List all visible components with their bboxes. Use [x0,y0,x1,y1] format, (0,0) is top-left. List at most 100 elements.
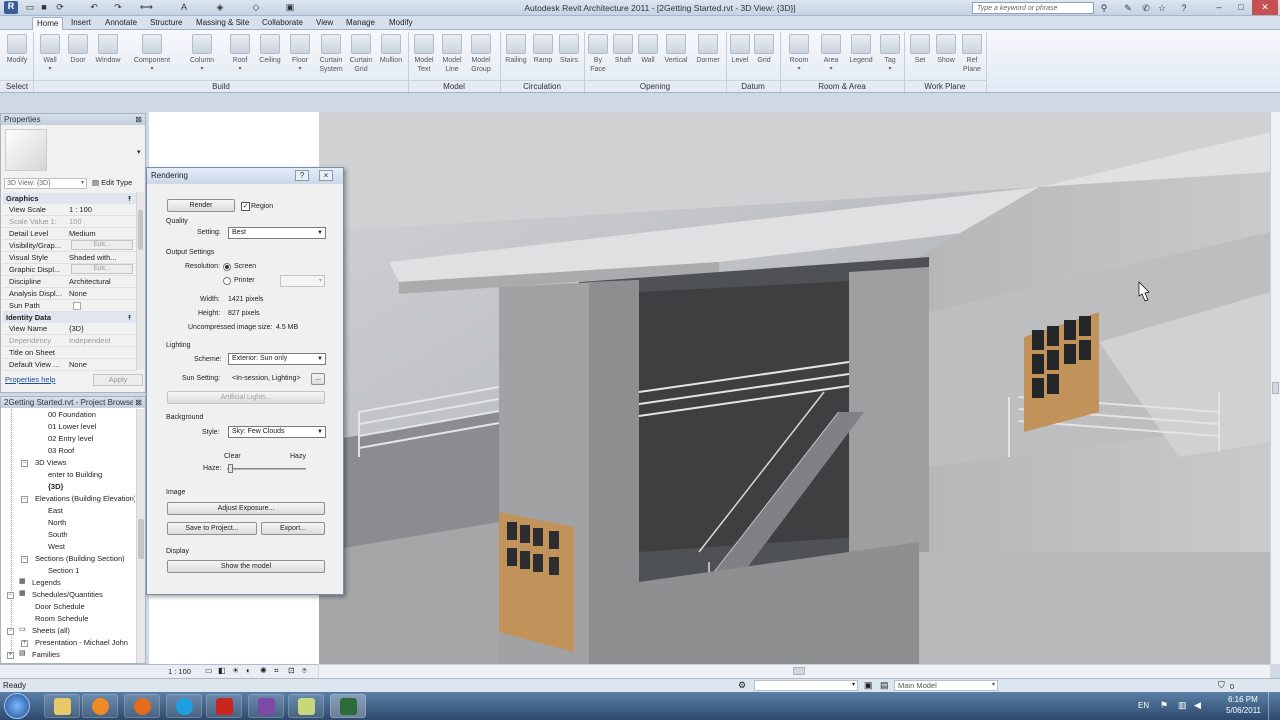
grid-button[interactable]: Grid [752,32,776,80]
prop-visibility[interactable]: Visibility/Grap... Edit... [3,240,136,252]
view-vertical-scrollbar[interactable] [1270,112,1280,664]
edit-type-button[interactable]: ▤ Edit Type [92,177,146,189]
design-options-icon[interactable]: ▣ [864,680,873,691]
dialog-close-button[interactable]: × [319,170,333,181]
tree-item-00-foundation[interactable]: 00 Foundation [48,409,96,421]
modify-button[interactable]: Modify [3,32,31,80]
taskbar-skype[interactable] [166,694,202,718]
tab-home[interactable]: Home [32,17,64,30]
graphic-display-edit-button[interactable]: Edit... [71,264,133,274]
tree-item-schedules[interactable]: Schedules/Quantities [32,589,103,601]
artificial-lights-button[interactable]: Artificial Lights... [167,391,325,404]
haze-slider-thumb[interactable] [228,464,233,473]
taskbar-notes[interactable] [288,694,324,718]
text-icon[interactable]: A [178,2,190,13]
application-menu-button[interactable]: R [4,1,18,14]
collapse-icon[interactable]: − [7,628,14,635]
prop-view-name[interactable]: View Name {3D} [3,323,136,335]
worksets-icon[interactable]: ⚙ [738,680,746,691]
properties-help-link[interactable]: Properties help [5,375,55,384]
scroll-thumb[interactable] [138,210,143,250]
wall-opening-button[interactable]: Wall [636,32,660,80]
door-button[interactable]: Door [64,32,92,80]
tree-item-03-roof[interactable]: 03 Roof [48,445,74,457]
minimize-button[interactable]: – [1208,0,1230,15]
collapse-icon[interactable]: − [21,496,28,503]
prop-analysis-display[interactable]: Analysis Displ... None [3,288,136,300]
tab-manage[interactable]: Manage [342,17,379,30]
wall-button[interactable]: Wall ▾ [36,32,64,80]
save-icon[interactable]: ■ [38,2,50,13]
browser-scrollbar[interactable] [136,409,145,663]
tree-item-section-1[interactable]: Section 1 [48,565,79,577]
printer-radio[interactable] [223,277,231,285]
tree-item-east[interactable]: East [48,505,63,517]
tab-structure[interactable]: Structure [146,17,186,30]
crop-icon[interactable]: ⌗ [274,666,279,676]
tree-item-sections[interactable]: Sections (Building Section) [35,553,125,565]
tree-item-room-schedule[interactable]: Room Schedule [35,613,88,625]
favorites-icon[interactable]: ☆ [1156,2,1168,14]
haze-slider[interactable] [227,464,306,473]
screen-radio[interactable] [223,263,231,271]
tree-item-enter-to-building[interactable]: enter to Building [48,469,102,481]
sun-path-icon[interactable]: ☀ [232,666,239,675]
tag-button[interactable]: Tag ▾ [878,32,902,80]
hide-icon[interactable]: ⍟ [302,666,307,676]
tree-item-legends[interactable]: Legends [32,577,61,589]
group-graphics[interactable]: Graphics ⯭ [3,193,136,204]
region-checkbox[interactable]: ✓ [241,202,250,211]
vertical-opening-button[interactable]: Vertical [660,32,692,80]
panel-select[interactable]: Select [0,80,34,92]
curtain-system-button[interactable]: Curtain System [316,32,346,80]
switch-windows-icon[interactable]: ▣ [284,2,296,13]
tab-massing-site[interactable]: Massing & Site [192,17,253,30]
help-icon[interactable]: ? [1178,2,1190,14]
visibility-edit-button[interactable]: Edit... [71,240,133,250]
filter-icon[interactable]: ⛉ [1218,680,1225,691]
shaft-button[interactable]: Shaft [610,32,636,80]
taskbar-firefox[interactable] [124,694,160,718]
collapse-icon[interactable]: − [21,556,28,563]
dialog-title-bar[interactable]: Rendering ? × [147,168,343,184]
taskbar-app[interactable] [248,694,284,718]
ceiling-button[interactable]: Ceiling [255,32,285,80]
start-button[interactable] [4,693,30,719]
model-line-button[interactable]: Model Line [438,32,466,80]
chevron-down-icon[interactable]: ▾ [137,148,141,156]
level-button[interactable]: Level [728,32,752,80]
tree-item-north[interactable]: North [48,517,66,529]
measure-icon[interactable]: ⟷ [140,2,153,13]
railing-button[interactable]: Railing [502,32,530,80]
show-work-plane-button[interactable]: Show [933,32,959,80]
tree-item-01-lower-level[interactable]: 01 Lower level [48,421,96,433]
show-the-model-button[interactable]: Show the model [167,560,325,573]
apply-button[interactable]: Apply [93,374,143,386]
sun-path-checkbox[interactable] [73,302,81,310]
tree-item-3d-views[interactable]: 3D Views [35,457,67,469]
render-icon[interactable]: ✺ [260,666,267,675]
tree-item-sheets[interactable]: Sheets (all) [32,625,70,637]
tab-collaborate[interactable]: Collaborate [258,17,307,30]
set-work-plane-button[interactable]: Set [907,32,933,80]
tree-item-elevations[interactable]: Elevations (Building Elevation) [35,493,135,505]
scroll-thumb[interactable] [793,667,805,675]
save-to-project-button[interactable]: Save to Project... [167,522,257,535]
close-button[interactable]: ✕ [1252,0,1278,15]
collapse-icon[interactable]: − [21,460,28,467]
design-option-dropdown[interactable]: Main Model ▾ [894,680,998,691]
prop-default-view-template[interactable]: Default View ... None [3,359,136,371]
render-button[interactable]: Render [167,199,235,212]
tree-item-presentation[interactable]: Presentation - Michael John [35,637,135,649]
ramp-button[interactable]: Ramp [530,32,556,80]
export-button[interactable]: Export... [261,522,325,535]
taskbar-media-player[interactable] [82,694,118,718]
show-desktop-button[interactable] [1268,692,1280,720]
properties-scrollbar[interactable] [136,192,144,370]
volume-icon[interactable]: ◀ [1194,700,1201,711]
lock-icon[interactable]: ⊡ [288,666,295,675]
by-face-button[interactable]: By Face [586,32,610,80]
help-search-input[interactable]: Type a keyword or phrase [972,2,1094,14]
language-indicator[interactable]: EN [1138,701,1149,710]
undo-icon[interactable]: ↶ [88,2,100,13]
